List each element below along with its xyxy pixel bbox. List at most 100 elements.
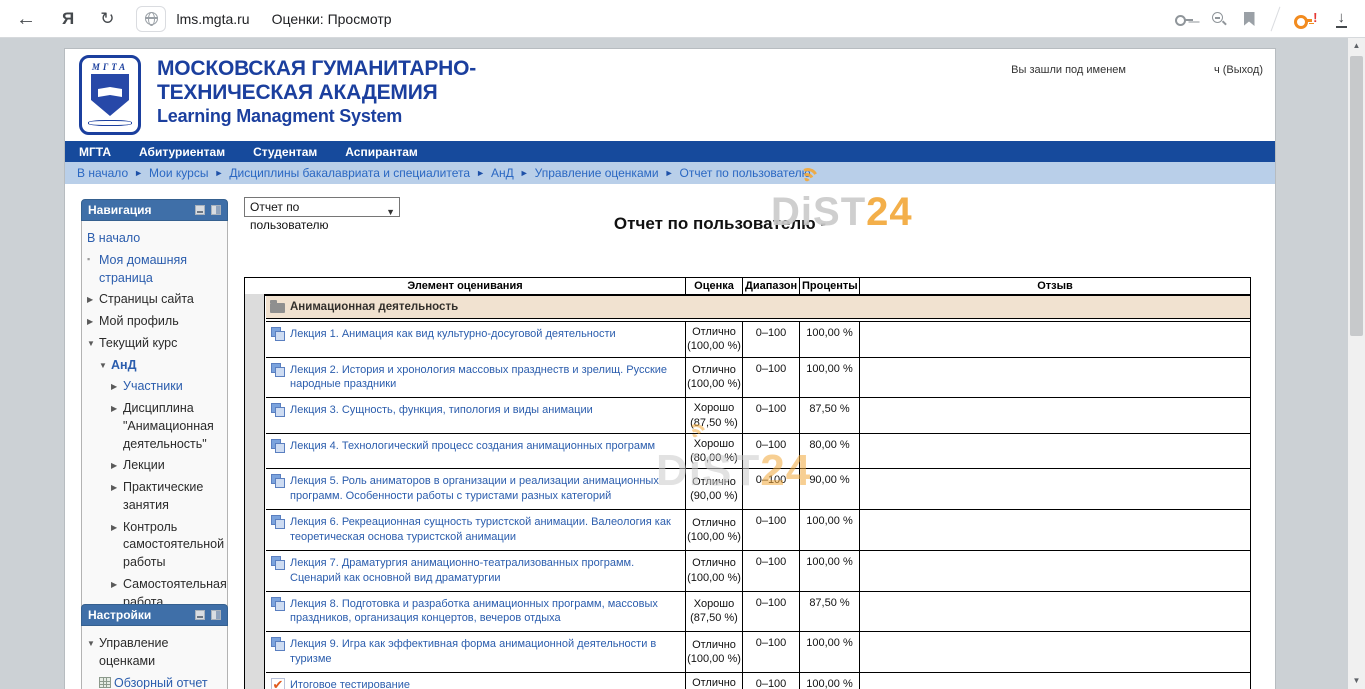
logged-in-prefix: Вы зашли под именем [1011,64,1126,76]
sidebar-item-control[interactable]: ▶Контроль самостоятельной работы [85,517,224,574]
breadcrumb-course[interactable]: АнД [491,166,514,180]
refresh-icon[interactable]: ↻ [100,10,114,27]
feedback-cell [860,322,1250,357]
report-type-value: Отчет по пользователю [250,200,329,232]
page-title: Отчет по пользователю - [470,214,970,234]
grade-cell: Отлично(100,00 %) [686,510,743,550]
sidebar-item-course-and[interactable]: ▼АнД [85,355,224,377]
breadcrumb: В начало ► Мои курсы ► Дисциплины бакала… [65,162,1275,184]
expand-icon[interactable]: ▶ [111,519,123,533]
breadcrumb-disciplines[interactable]: Дисциплины бакалавриата и специалитета [229,166,470,180]
expand-icon[interactable]: ▶ [111,457,123,471]
expand-icon[interactable]: ▶ [111,576,123,590]
percent-cell: 87,50 % [800,398,860,433]
breadcrumb-home[interactable]: В начало [77,166,128,180]
block-collapse-icon[interactable] [195,610,205,620]
grade-item-link[interactable]: Лекция 6. Рекреационная сущность туристс… [290,515,677,545]
menu-item-studentam[interactable]: Студентам [239,145,331,159]
sidebar-item-lectures[interactable]: ▶Лекции [85,455,224,477]
sidebar-item-participants[interactable]: ▶Участники [85,376,224,398]
grade-item-link[interactable]: Лекция 7. Драматургия анимационно-театра… [290,556,677,586]
sidebar-item-grade-admin[interactable]: ▼Управление оценками [85,633,224,673]
scroll-down-icon[interactable]: ▼ [1348,673,1365,689]
site-security-badge[interactable] [136,6,166,32]
menu-item-aspirantam[interactable]: Аспирантам [331,145,432,159]
logo-shield-icon [91,74,129,116]
feedback-cell [860,551,1250,591]
academy-logo[interactable]: МГТА [79,55,141,135]
bookmark-icon[interactable] [1244,12,1255,26]
expand-icon[interactable]: ▶ [111,378,123,392]
sidebar-item-site-pages[interactable]: ▶Страницы сайта [85,289,224,311]
grade-item-link[interactable]: Итоговое тестирование [290,678,410,689]
navigation-block: Навигация В начало ▪Моя домашняя страниц… [81,199,228,645]
percent-cell: 100,00 % [800,510,860,550]
page-scrollbar[interactable]: ▲ ▼ [1348,38,1365,689]
download-icon[interactable]: ↓ [1336,10,1348,28]
breadcrumb-separator-icon: ► [214,168,223,178]
logout-link[interactable]: ч (Выход) [1214,64,1263,76]
back-icon[interactable]: ← [16,9,36,29]
menu-item-mgta[interactable]: МГТА [65,145,125,159]
table-row: Лекция 7. Драматургия анимационно-театра… [266,551,1250,592]
password-key-icon[interactable] [1174,11,1194,27]
block-dock-icon[interactable] [211,610,221,620]
sidebar-item-my-profile[interactable]: ▶Мой профиль [85,311,224,333]
grade-item-link[interactable]: Лекция 5. Роль аниматоров в организации … [290,474,677,504]
sidebar-item-discipline[interactable]: ▶Дисциплина "Анимационная деятельность" [85,398,224,455]
scrollbar-thumb[interactable] [1350,56,1363,336]
category-row: Анимационная деятельность [266,296,1250,319]
sidebar-item-overview-report[interactable]: Обзорный отчет [85,673,224,689]
collapse-icon[interactable]: ▼ [99,357,111,371]
block-dock-icon[interactable] [211,205,221,215]
expand-icon[interactable]: ▶ [87,313,99,327]
sidebar-item-home[interactable]: В начало [85,228,224,250]
collapse-icon[interactable]: ▼ [87,335,99,349]
percent-cell: 87,50 % [800,592,860,632]
site-title: МОСКОВСКАЯ ГУМАНИТАРНО- ТЕХНИЧЕСКАЯ АКАД… [157,57,476,127]
grade-cell: Хорошо(80,00 %) [686,434,743,469]
grade-table-icon [99,677,111,688]
expand-icon[interactable]: ▶ [111,400,123,414]
category-label: Анимационная деятельность [290,301,458,313]
expand-icon[interactable]: ▶ [87,291,99,305]
grade-item-link[interactable]: Лекция 1. Анимация как вид культурно-дос… [290,327,616,342]
breadcrumb-user-report[interactable]: Отчет по пользователю [680,166,811,180]
sidebar-item-practice[interactable]: ▶Практические занятия [85,477,224,517]
grade-item-link[interactable]: Лекция 8. Подготовка и разработка анимац… [290,597,677,627]
lesson-icon [271,439,285,453]
block-collapse-icon[interactable] [195,205,205,215]
collapse-icon[interactable]: ▼ [87,635,99,649]
yandex-icon[interactable]: Я [62,10,74,27]
report-type-select[interactable]: Отчет по пользователю ▼ [244,197,400,217]
password-alert-key-icon[interactable]: ! [1294,10,1318,28]
feedback-cell [860,469,1250,509]
breadcrumb-grade-admin[interactable]: Управление оценками [535,166,659,180]
percent-cell: 100,00 % [800,632,860,672]
site-title-line3: Learning Managment System [157,106,476,127]
feedback-cell [860,434,1250,469]
breadcrumb-my-courses[interactable]: Мои курсы [149,166,208,180]
table-row: Лекция 8. Подготовка и разработка анимац… [266,592,1250,633]
expand-icon[interactable]: ▶ [111,479,123,493]
scroll-up-icon[interactable]: ▲ [1348,38,1365,54]
grade-item-link[interactable]: Лекция 4. Технологический процесс создан… [290,439,655,454]
browser-toolbar-right: ! ↓ [1174,0,1365,38]
grade-item-link[interactable]: Лекция 9. Игра как эффективная форма ани… [290,637,677,667]
logo-book-icon [98,87,122,97]
globe-icon [145,12,158,25]
col-header-grade: Оценка [686,278,743,294]
table-indent-strip [245,294,265,689]
grade-item-link[interactable]: Лекция 2. История и хронология массовых … [290,363,677,393]
range-cell: 0–100 [743,434,800,469]
grade-item-link[interactable]: Лекция 3. Сущность, функция, типология и… [290,403,593,418]
sidebar-item-my-home[interactable]: ▪Моя домашняя страница [85,250,224,290]
navigation-block-body: В начало ▪Моя домашняя страница ▶Страниц… [81,221,228,645]
menu-item-abiturientam[interactable]: Абитуриентам [125,145,239,159]
range-cell: 0–100 [743,592,800,632]
table-row: Лекция 2. История и хронология массовых … [266,358,1250,399]
zoom-out-icon[interactable] [1210,10,1228,28]
sidebar-item-current-course[interactable]: ▼Текущий курс [85,333,224,355]
settings-block: Настройки ▼Управление оценками Обзорный … [81,604,228,689]
address-url[interactable]: lms.mgta.ru [176,11,249,27]
